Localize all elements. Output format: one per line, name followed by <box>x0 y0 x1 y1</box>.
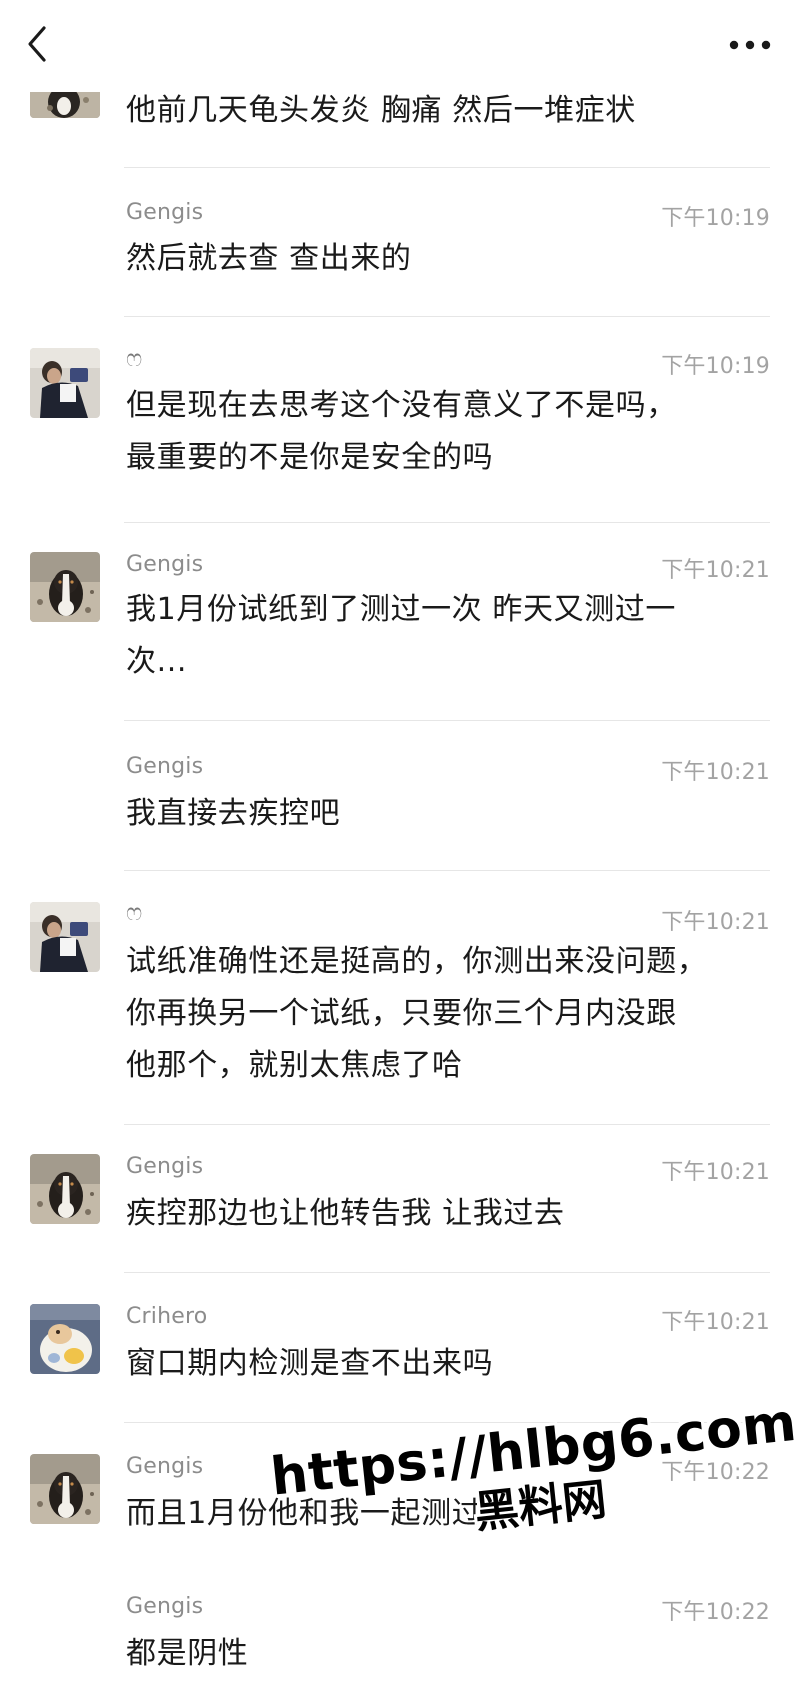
avatar-cat[interactable] <box>30 1304 100 1374</box>
sender-name[interactable]: Gengis <box>126 200 203 225</box>
message-text: 但是现在去思考这个没有意义了不是吗， 最重要的不是你是安全的吗 <box>126 388 677 475</box>
message-time: 下午10:19 <box>661 206 770 231</box>
chat-message[interactable]: Gengis 下午10:21 我1月份试纸到了测过一次 昨天又测过一 次... <box>0 522 800 720</box>
message-time: 下午10:21 <box>661 1310 770 1335</box>
message-time: 下午10:21 <box>661 760 770 785</box>
message-text: 而且1月份他和我一起测过 <box>126 1496 483 1531</box>
message-text: 然后就去查 查出来的 <box>126 241 412 276</box>
avatar-person[interactable] <box>30 902 100 972</box>
sender-name[interactable]: Crihero <box>126 1304 207 1329</box>
chat-message-list[interactable]: 他前几天龟头发炎 胸痛 然后一堆症状 Gengis 下午10:19 然后就去查 … <box>0 0 800 1705</box>
avatar-dog[interactable] <box>30 552 100 622</box>
chat-message[interactable]: Gengis 下午10:22 而且1月份他和我一起测过 <box>0 1422 800 1572</box>
sender-name[interactable]: Gengis <box>126 1594 203 1619</box>
message-text: 我1月份试纸到了测过一次 昨天又测过一 次... <box>126 592 677 679</box>
chat-message[interactable]: ෆ 下午10:21 试纸准确性还是挺高的，你测出来没问题， 你再换另一个试纸，只… <box>0 870 800 1124</box>
message-time: 下午10:19 <box>661 354 770 379</box>
message-text: 他前几天龟头发炎 胸痛 然后一堆症状 <box>126 93 636 128</box>
chat-message[interactable]: Gengis 下午10:21 我直接去疾控吧 <box>0 720 800 870</box>
more-dots-icon <box>726 40 774 66</box>
top-bar <box>0 0 800 92</box>
sender-name[interactable]: Gengis <box>126 552 203 577</box>
back-button[interactable] <box>18 22 58 66</box>
message-text: 我直接去疾控吧 <box>126 796 341 831</box>
message-text: 窗口期内检测是查不出来吗 <box>126 1346 494 1381</box>
more-button[interactable] <box>726 28 774 62</box>
sender-name[interactable]: ෆ <box>126 898 142 926</box>
chevron-left-icon <box>18 22 58 66</box>
sender-name[interactable]: Gengis <box>126 1154 203 1179</box>
chat-message[interactable]: Gengis 下午10:22 都是阴性 <box>0 1594 800 1705</box>
message-time: 下午10:21 <box>661 910 770 935</box>
avatar-dog[interactable] <box>30 1454 100 1524</box>
message-time: 下午10:21 <box>661 558 770 583</box>
message-text: 疾控那边也让他转告我 让我过去 <box>126 1196 565 1231</box>
chat-message[interactable]: Gengis 下午10:21 疾控那边也让他转告我 让我过去 <box>0 1124 800 1272</box>
message-text: 都是阴性 <box>126 1636 249 1671</box>
message-time: 下午10:22 <box>661 1460 770 1485</box>
sender-name[interactable]: Gengis <box>126 754 203 779</box>
chat-message[interactable]: Gengis 下午10:19 然后就去查 查出来的 <box>0 168 800 316</box>
chat-message[interactable]: ෆ 下午10:19 但是现在去思考这个没有意义了不是吗， 最重要的不是你是安全的… <box>0 316 800 522</box>
chat-message[interactable]: Crihero 下午10:21 窗口期内检测是查不出来吗 <box>0 1272 800 1422</box>
avatar-dog[interactable] <box>30 1154 100 1224</box>
avatar-person[interactable] <box>30 348 100 418</box>
sender-name[interactable]: ෆ <box>126 344 142 372</box>
message-time: 下午10:21 <box>661 1160 770 1185</box>
sender-name[interactable]: Gengis <box>126 1454 203 1479</box>
message-time: 下午10:22 <box>661 1600 770 1625</box>
message-text: 试纸准确性还是挺高的，你测出来没问题， 你再换另一个试纸，只要你三个月内没跟 他… <box>126 944 708 1083</box>
